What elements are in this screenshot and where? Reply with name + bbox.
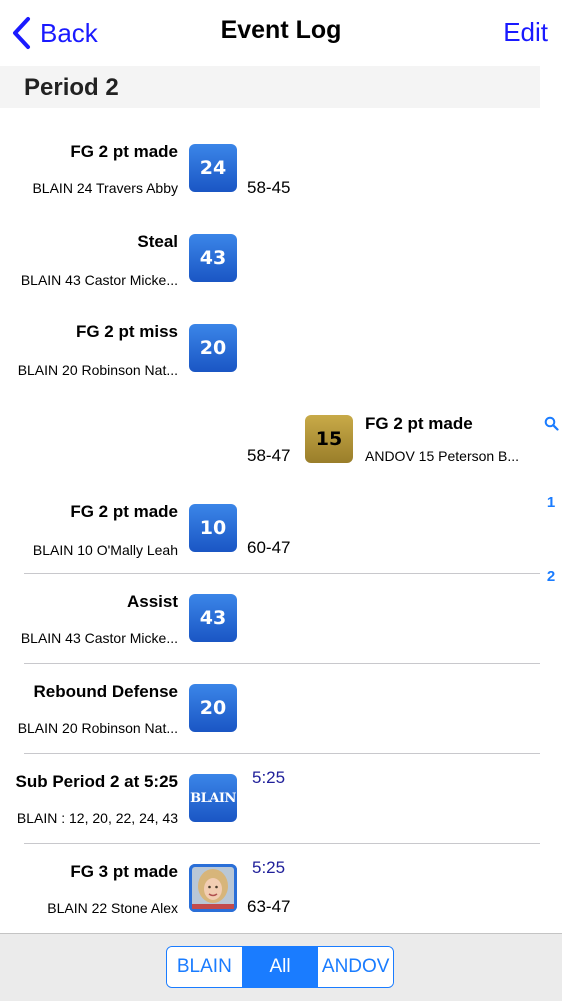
event-row[interactable]: Assist BLAIN 43 Castor Micke... 43	[0, 573, 540, 663]
event-detail: BLAIN 24 Travers Abby	[32, 180, 178, 196]
event-row[interactable]: Sub Period 2 at 5:25 BLAIN : 12, 20, 22,…	[0, 753, 540, 843]
event-detail: BLAIN : 12, 20, 22, 24, 43	[16, 810, 178, 826]
event-row[interactable]: 58-47 15 FG 2 pt made ANDOV 15 Peterson …	[0, 390, 540, 480]
event-row[interactable]: FG 3 pt made BLAIN 22 Stone Alex 5:25 63…	[0, 843, 540, 933]
event-row[interactable]: Steal BLAIN 43 Castor Micke... 43	[0, 210, 540, 300]
navigation-bar: Back Event Log Edit	[0, 0, 562, 66]
event-detail: BLAIN 43 Castor Micke...	[20, 272, 178, 288]
event-title: FG 2 pt made	[70, 502, 178, 521]
score: 58-47	[247, 446, 291, 465]
event-detail: ANDOV 15 Peterson B...	[365, 448, 520, 464]
event-title: Sub Period 2 at 5:25	[15, 772, 179, 791]
search-icon[interactable]	[540, 416, 562, 431]
event-time: 5:25	[252, 768, 286, 787]
index-item-2[interactable]: 2	[540, 568, 562, 585]
player-badge[interactable]: 20	[189, 684, 237, 732]
filter-all[interactable]: All	[241, 947, 318, 987]
player-badge[interactable]: 43	[189, 594, 237, 642]
event-title: FG 2 pt made	[365, 414, 473, 433]
team-badge[interactable]: BLAIN	[189, 774, 237, 822]
event-detail: BLAIN 20 Robinson Nat...	[17, 720, 178, 736]
player-badge[interactable]: 24	[189, 144, 237, 192]
player-photo[interactable]	[189, 864, 237, 912]
chevron-left-icon	[13, 17, 30, 49]
event-detail: BLAIN 10 O'Mally Leah	[32, 542, 178, 558]
score: 60-47	[247, 538, 291, 557]
event-title: FG 2 pt miss	[75, 322, 178, 341]
back-label: Back	[40, 17, 98, 48]
score: 63-47	[247, 897, 291, 916]
back-button[interactable]: Back	[10, 14, 98, 52]
event-title: Rebound Defense	[33, 682, 178, 701]
event-title: FG 2 pt made	[70, 142, 178, 161]
filter-andov[interactable]: ANDOV	[317, 947, 393, 987]
score: 58-45	[247, 178, 291, 197]
event-title: Steal	[137, 232, 178, 251]
event-time: 5:25	[252, 858, 286, 877]
section-header: Period 2	[0, 66, 540, 108]
section-title: Period 2	[24, 74, 119, 101]
event-row[interactable]: Rebound Defense BLAIN 20 Robinson Nat...…	[0, 663, 540, 753]
player-avatar-icon	[189, 864, 237, 912]
event-row[interactable]: FG 2 pt made BLAIN 24 Travers Abby 24 58…	[0, 120, 540, 210]
event-detail: BLAIN 20 Robinson Nat...	[17, 362, 178, 378]
event-row[interactable]: FG 2 pt made BLAIN 10 O'Mally Leah 10 60…	[0, 480, 540, 570]
edit-button[interactable]: Edit	[503, 17, 548, 48]
event-detail: BLAIN 22 Stone Alex	[47, 900, 178, 916]
event-title: FG 3 pt made	[70, 862, 178, 881]
filter-blain[interactable]: BLAIN	[167, 947, 242, 987]
team-filter[interactable]: BLAIN All ANDOV	[166, 946, 394, 988]
player-badge[interactable]: 15	[305, 415, 353, 463]
event-title: Assist	[126, 592, 178, 611]
event-row[interactable]: FG 2 pt miss BLAIN 20 Robinson Nat... 20	[0, 300, 540, 390]
player-badge[interactable]: 43	[189, 234, 237, 282]
player-badge[interactable]: 20	[189, 324, 237, 372]
bottom-toolbar: BLAIN All ANDOV	[0, 933, 562, 1001]
index-item-1[interactable]: 1	[540, 494, 562, 511]
event-detail: BLAIN 43 Castor Micke...	[20, 630, 178, 646]
player-badge[interactable]: 10	[189, 504, 237, 552]
